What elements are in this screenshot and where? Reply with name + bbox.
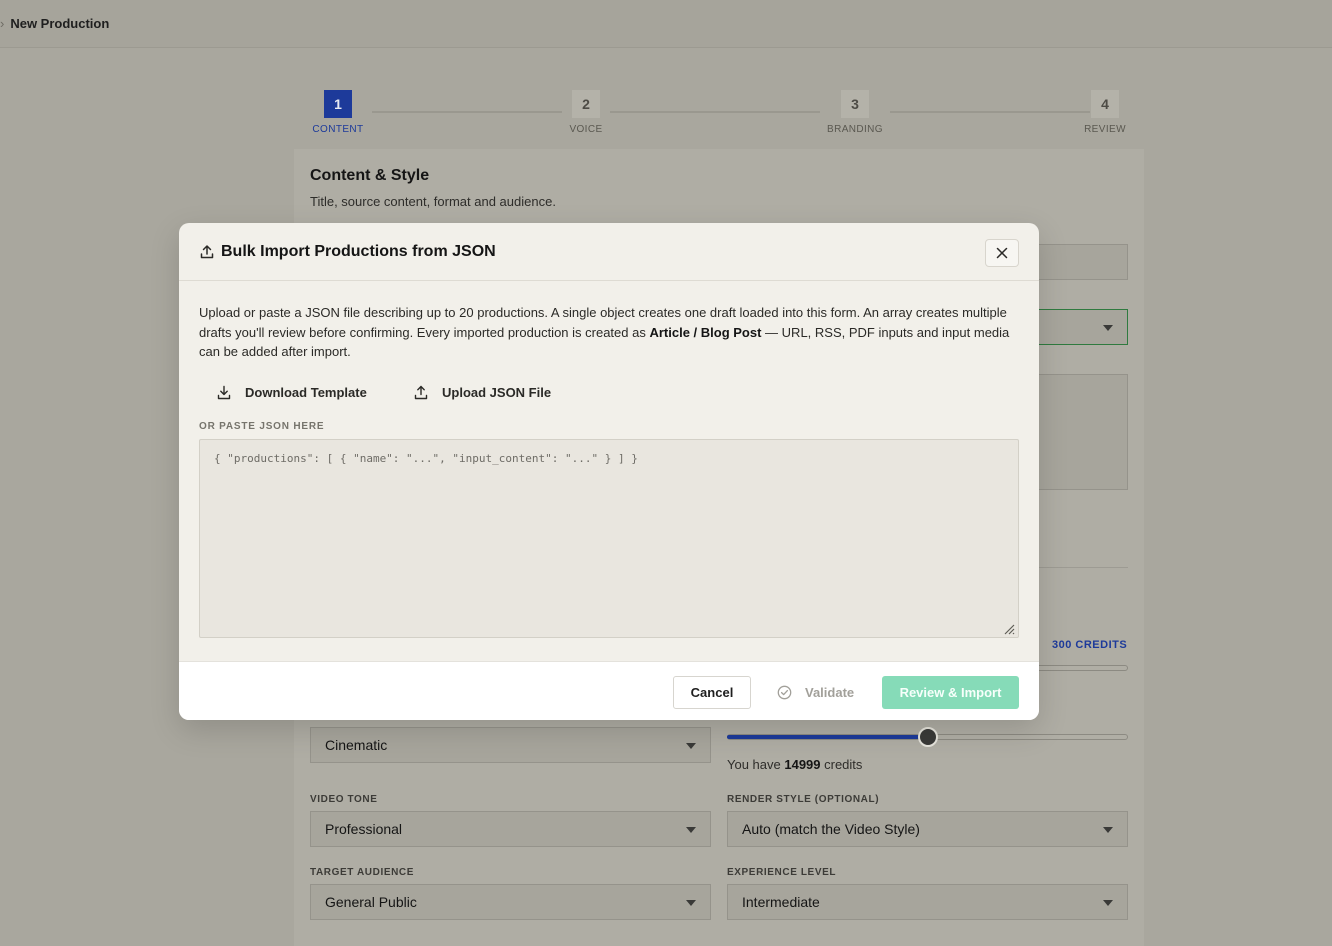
cancel-button[interactable]: Cancel: [673, 676, 751, 709]
video-style-select[interactable]: Cinematic: [310, 727, 711, 763]
select-value: Intermediate: [742, 894, 820, 910]
credits-prefix: You have: [727, 757, 785, 772]
step-label: VOICE: [569, 124, 603, 135]
step-label: CONTENT: [312, 124, 364, 135]
step-connector: [372, 111, 562, 113]
step-voice[interactable]: 2 VOICE: [556, 90, 616, 135]
step-connector: [890, 111, 1090, 113]
chevron-down-icon: [1103, 827, 1113, 833]
chevron-down-icon: [1103, 900, 1113, 906]
step-label: BRANDING: [827, 124, 883, 135]
validate-button[interactable]: Validate: [769, 676, 865, 709]
upload-json-label: Upload JSON File: [442, 384, 552, 400]
chevron-down-icon: [1103, 325, 1113, 331]
review-import-button[interactable]: Review & Import: [882, 676, 1019, 709]
experience-level-label: EXPERIENCE LEVEL: [727, 867, 837, 878]
close-icon: [996, 247, 1008, 259]
chevron-down-icon: [686, 827, 696, 833]
card-subtitle: Title, source content, format and audien…: [310, 194, 556, 209]
step-content[interactable]: 1 CONTENT: [308, 90, 368, 135]
step-number: 3: [841, 90, 869, 118]
modal-header: Bulk Import Productions from JSON: [179, 223, 1039, 281]
source-content-textarea[interactable]: [1036, 374, 1128, 490]
upload-json-button[interactable]: Upload JSON File: [414, 381, 551, 403]
step-number: 4: [1091, 90, 1119, 118]
target-audience-select[interactable]: General Public: [310, 884, 711, 920]
breadcrumb-current: New Production: [10, 16, 110, 31]
download-template-label: Download Template: [245, 384, 367, 400]
credits-balance: You have 14999 credits: [727, 757, 862, 772]
experience-level-select[interactable]: Intermediate: [727, 884, 1128, 920]
video-tone-label: VIDEO TONE: [310, 794, 378, 805]
bulk-import-modal: Bulk Import Productions from JSON Upload…: [179, 223, 1039, 720]
format-select[interactable]: [1036, 309, 1128, 345]
video-tone-select[interactable]: Professional: [310, 811, 711, 847]
duration-slider-fill: [727, 735, 927, 739]
chevron-down-icon: [686, 743, 696, 749]
step-label: REVIEW: [1084, 124, 1126, 135]
wizard-stepper: 1 CONTENT 2 VOICE 3 BRANDING 4 REVIEW: [310, 90, 1130, 140]
select-value: General Public: [325, 894, 417, 910]
chevron-down-icon: [686, 900, 696, 906]
download-icon: [217, 385, 231, 399]
target-audience-label: TARGET AUDIENCE: [310, 867, 414, 878]
credits-amount: 14999: [784, 757, 821, 772]
upload-icon: [200, 245, 214, 259]
step-review[interactable]: 4 REVIEW: [1075, 90, 1135, 135]
select-value: Auto (match the Video Style): [742, 821, 920, 837]
top-bar: › New Production: [0, 0, 1332, 48]
upload-icon: [414, 385, 428, 399]
breadcrumb: › New Production: [0, 16, 109, 31]
select-value: Professional: [325, 821, 403, 837]
description-format: Article / Blog Post: [649, 324, 762, 340]
duration-slider-thumb[interactable]: [918, 727, 938, 747]
step-number: 1: [324, 90, 352, 118]
modal-footer: Cancel Validate Review & Import: [179, 661, 1039, 720]
credits-badge: 300 CREDITS: [1052, 639, 1128, 651]
title-input[interactable]: [1036, 244, 1128, 280]
card-title: Content & Style: [310, 167, 430, 184]
step-number: 2: [572, 90, 600, 118]
step-connector: [610, 111, 820, 113]
resize-grip-icon[interactable]: [1003, 623, 1015, 635]
step-branding[interactable]: 3 BRANDING: [825, 90, 885, 135]
paste-json-label: OR PASTE JSON HERE: [199, 421, 325, 432]
breadcrumb-separator: ›: [0, 16, 5, 31]
render-style-select[interactable]: Auto (match the Video Style): [727, 811, 1128, 847]
modal-description: Upload or paste a JSON file describing u…: [199, 303, 1024, 362]
json-textarea[interactable]: [199, 439, 1019, 638]
credits-suffix: credits: [820, 757, 863, 772]
validate-label: Validate: [805, 685, 855, 700]
credits-track: [1036, 665, 1128, 671]
close-button[interactable]: [985, 239, 1019, 267]
download-template-button[interactable]: Download Template: [217, 381, 367, 403]
check-circle-icon: [777, 685, 792, 700]
render-style-label: RENDER STYLE (OPTIONAL): [727, 794, 880, 805]
section-divider: [1036, 567, 1128, 568]
modal-title: Bulk Import Productions from JSON: [221, 243, 496, 260]
select-value: Cinematic: [325, 737, 388, 753]
